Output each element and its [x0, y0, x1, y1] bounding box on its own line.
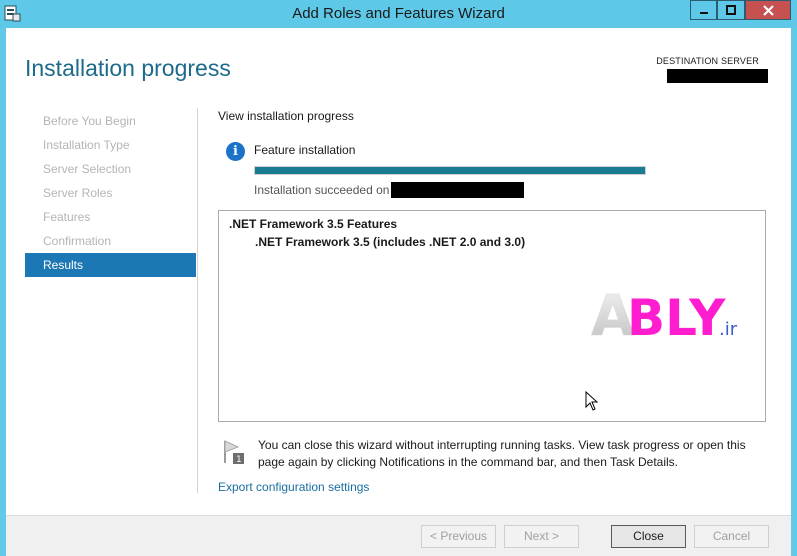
- close-icon: [762, 4, 774, 16]
- svg-text:1: 1: [236, 455, 242, 465]
- nav-item-server-roles[interactable]: Server Roles: [25, 181, 196, 205]
- minimize-icon: [699, 12, 708, 14]
- destination-server-label: DESTINATION SERVER: [656, 56, 759, 66]
- progress-subheading: View installation progress: [218, 109, 354, 123]
- maximize-button[interactable]: [717, 0, 745, 20]
- info-icon: i: [226, 142, 245, 161]
- wizard-nav: Before You Begin Installation Type Serve…: [25, 109, 196, 277]
- nav-item-before-you-begin[interactable]: Before You Begin: [25, 109, 196, 133]
- results-feature-item: .NET Framework 3.5 (includes .NET 2.0 an…: [255, 235, 526, 249]
- wizard-footer: < Previous Next > Close Cancel: [6, 515, 791, 556]
- server-name-redacted: [391, 182, 524, 198]
- results-feature-group: .NET Framework 3.5 Features: [229, 217, 398, 231]
- installation-progress-bar: [254, 166, 646, 175]
- close-window-button[interactable]: [745, 0, 791, 20]
- svg-text:.ir: .ir: [719, 319, 738, 340]
- cancel-button[interactable]: Cancel: [694, 525, 769, 548]
- page-title: Installation progress: [25, 55, 231, 81]
- feature-installation-label: Feature installation: [254, 143, 356, 157]
- installation-status-text: Installation succeeded on: [254, 183, 390, 197]
- svg-text:BLY: BLY: [627, 289, 726, 343]
- notification-flag-icon: 1: [224, 440, 244, 465]
- window-title: Add Roles and Features Wizard: [292, 5, 505, 22]
- previous-button[interactable]: < Previous: [421, 525, 496, 548]
- minimize-button[interactable]: [690, 0, 717, 20]
- wizard-body: Installation progress DESTINATION SERVER…: [6, 28, 791, 556]
- next-button[interactable]: Next >: [504, 525, 579, 548]
- mouse-cursor-icon: [585, 391, 599, 411]
- nav-item-results[interactable]: Results: [25, 253, 196, 277]
- progress-fill: [255, 167, 645, 174]
- maximize-icon: [726, 5, 736, 15]
- export-configuration-link[interactable]: Export configuration settings: [218, 480, 369, 494]
- nav-item-server-selection[interactable]: Server Selection: [25, 157, 196, 181]
- ably-watermark-logo: A BLY .ir: [591, 284, 738, 343]
- title-bar: Add Roles and Features Wizard: [0, 0, 797, 28]
- close-wizard-notice: You can close this wizard without interr…: [258, 438, 746, 469]
- destination-server-redacted: [667, 69, 768, 83]
- close-button[interactable]: Close: [611, 525, 686, 548]
- nav-item-installation-type[interactable]: Installation Type: [25, 133, 196, 157]
- results-list[interactable]: .NET Framework 3.5 Features .NET Framewo…: [218, 210, 766, 422]
- nav-divider: [197, 108, 198, 493]
- nav-item-confirmation[interactable]: Confirmation: [25, 229, 196, 253]
- nav-item-features[interactable]: Features: [25, 205, 196, 229]
